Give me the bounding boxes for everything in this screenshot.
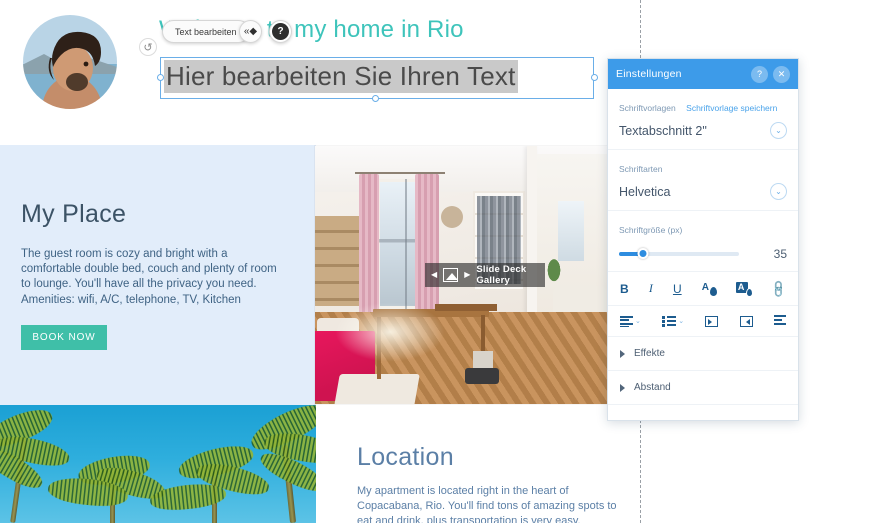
help-button[interactable]: ? <box>269 20 292 43</box>
bullet-list-icon <box>662 315 677 327</box>
font-family-value: Helvetica <box>619 184 671 199</box>
panel-header: Einstellungen ? ✕ <box>608 59 798 89</box>
font-size-slider-row: 35 <box>619 247 787 261</box>
drag-handle-icon[interactable]: «◆ <box>239 20 262 43</box>
chevron-down-icon[interactable]: ⌄ <box>770 122 787 139</box>
panel-help-icon[interactable]: ? <box>751 65 768 83</box>
chevron-down-icon[interactable]: ⌄ <box>678 317 684 325</box>
room-shelf-unit <box>315 216 360 306</box>
text-direction-icon[interactable] <box>774 315 786 327</box>
spacing-label: Abstand <box>634 382 671 393</box>
my-place-title[interactable]: My Place <box>21 200 126 229</box>
bold-button[interactable]: B <box>620 282 629 296</box>
text-settings-panel: Einstellungen ? ✕ Schriftvorlagen Schrif… <box>607 58 799 421</box>
chevron-right-icon <box>620 349 625 358</box>
curtain-right <box>415 174 439 319</box>
location-title[interactable]: Location <box>357 443 454 472</box>
text-color-letter: A <box>701 282 709 293</box>
question-mark-icon: ? <box>272 23 289 40</box>
editor-screen: ◀ ▶ Slide Deck Gallery Welcome to my hom… <box>0 0 889 523</box>
font-size-section: Schriftgröße (px) 35 <box>608 211 798 272</box>
selected-text-content[interactable]: Hier bearbeiten Sie Ihren Text <box>164 60 518 93</box>
font-family-label: Schriftarten <box>619 164 663 174</box>
highlight-color-button[interactable]: A <box>735 282 753 297</box>
slide-deck-gallery-overlay[interactable]: ◀ ▶ Slide Deck Gallery <box>425 263 545 287</box>
font-templates-label: Schriftvorlagen <box>619 103 676 113</box>
my-place-body[interactable]: The guest room is cozy and bright with a… <box>21 247 279 308</box>
font-template-value: Textabschnitt 2" <box>619 123 707 138</box>
house-plant <box>543 251 565 283</box>
highlight-letter: A <box>737 282 745 292</box>
avatar[interactable] <box>20 12 120 112</box>
next-arrow-icon[interactable]: ▶ <box>464 271 470 279</box>
chevron-down-icon[interactable]: ⌄ <box>770 183 787 200</box>
gallery-label: Slide Deck Gallery <box>476 264 527 286</box>
font-size-label: Schriftgröße (px) <box>619 225 683 235</box>
link-icon[interactable]: 🔗 <box>768 278 788 298</box>
slider-thumb[interactable] <box>637 248 649 259</box>
curtain-left <box>359 174 379 319</box>
bag <box>465 368 499 384</box>
palm-trees-image[interactable] <box>0 405 316 523</box>
list-button[interactable]: ⌄ <box>662 315 684 327</box>
font-templates-labels: Schriftvorlagen Schriftvorlage speichern <box>619 98 787 116</box>
character-format-toolbar: B I U A A 🔗 <box>608 272 798 306</box>
panel-title: Einstellungen <box>616 68 682 80</box>
book-now-button[interactable]: BOOK NOW <box>21 325 107 350</box>
gallery-icon <box>443 268 459 282</box>
location-body[interactable]: My apartment is located right in the hea… <box>357 484 625 523</box>
indent-increase-icon[interactable] <box>739 315 753 327</box>
indent-decrease-icon[interactable] <box>705 315 719 327</box>
chevron-down-icon[interactable]: ⌄ <box>635 317 641 325</box>
align-left-icon <box>620 315 633 327</box>
palm-sky <box>0 405 316 523</box>
prev-arrow-icon[interactable]: ◀ <box>431 271 437 279</box>
font-size-slider[interactable] <box>619 248 739 259</box>
panel-close-icon[interactable]: ✕ <box>773 65 790 83</box>
font-template-dropdown[interactable]: Textabschnitt 2" ⌄ <box>619 122 787 139</box>
font-family-section: Schriftarten Helvetica ⌄ <box>608 150 798 211</box>
font-templates-section: Schriftvorlagen Schriftvorlage speichern… <box>608 89 798 150</box>
highlight-drop-icon <box>745 288 753 297</box>
font-family-dropdown[interactable]: Helvetica ⌄ <box>619 183 787 200</box>
floor-sunlight <box>335 302 445 362</box>
edit-text-button[interactable]: Text bearbeiten <box>162 20 250 43</box>
effects-label: Effekte <box>634 348 665 359</box>
resize-handle-left[interactable] <box>157 74 164 81</box>
align-button[interactable]: ⌄ <box>620 315 641 327</box>
spacing-section-header[interactable]: Abstand <box>608 371 798 405</box>
chevron-right-icon <box>620 383 625 392</box>
text-color-button[interactable]: A <box>701 282 717 296</box>
color-drop-icon <box>709 287 717 296</box>
effects-section-header[interactable]: Effekte <box>608 337 798 371</box>
font-size-value[interactable]: 35 <box>774 247 787 261</box>
undo-icon[interactable]: ↺ <box>139 38 157 56</box>
save-font-template-link[interactable]: Schriftvorlage speichern <box>686 103 777 113</box>
paragraph-format-toolbar: ⌄ ⌄ <box>608 306 798 337</box>
italic-button[interactable]: I <box>649 281 653 296</box>
resize-handle-bottom[interactable] <box>372 95 379 102</box>
resize-handle-right[interactable] <box>591 74 598 81</box>
underline-button[interactable]: U <box>673 282 682 296</box>
wall-plate <box>441 206 463 228</box>
